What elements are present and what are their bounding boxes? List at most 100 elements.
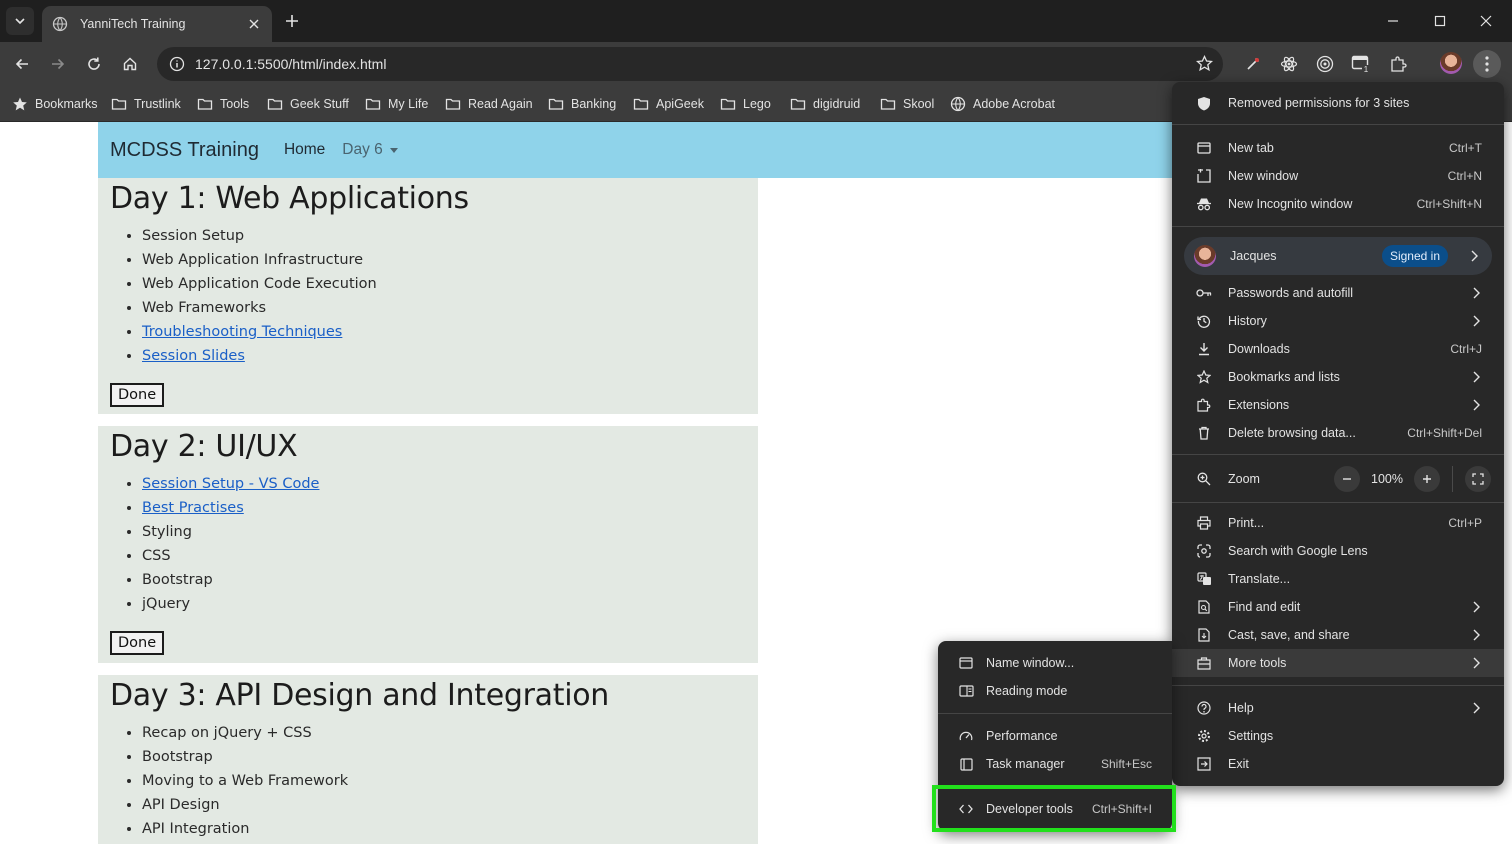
developer-tools-highlight xyxy=(932,785,1176,832)
menu-item-help[interactable]: Help xyxy=(1172,694,1504,722)
back-icon[interactable] xyxy=(8,50,36,78)
menu-item-find-edit[interactable]: Find and edit xyxy=(1172,593,1504,621)
day-card-3: Day 3: API Design and Integration Recap … xyxy=(98,675,758,844)
folder-icon xyxy=(880,98,896,110)
menu-item-google-lens[interactable]: Search with Google Lens xyxy=(1172,537,1504,565)
session-list: Recap on jQuery + CSS Bootstrap Moving t… xyxy=(142,721,746,841)
menu-item-bookmarks[interactable]: Bookmarks and lists xyxy=(1172,363,1504,391)
day-card-2: Day 2: UI/UX Session Setup - VS Code Bes… xyxy=(98,426,758,663)
browser-toolbar: 127.0.0.1:5500/html/index.html 1 xyxy=(0,42,1512,86)
active-tab[interactable]: YanniTech Training xyxy=(42,6,272,42)
submenu-item-task-manager[interactable]: Task manager Shift+Esc xyxy=(938,750,1172,778)
menu-item-label: Bookmarks and lists xyxy=(1228,370,1340,384)
extensions-puzzle-icon[interactable] xyxy=(1388,54,1408,74)
menu-item-translate[interactable]: Translate... xyxy=(1172,565,1504,593)
tab-close-icon[interactable] xyxy=(246,16,262,32)
menu-item-label: Removed permissions for 3 sites xyxy=(1228,96,1410,110)
session-setup-link[interactable]: Session Setup - VS Code xyxy=(142,476,319,492)
zoom-out-button[interactable] xyxy=(1334,466,1360,492)
maximize-icon[interactable] xyxy=(1417,0,1463,42)
submenu-item-label: Task manager xyxy=(986,757,1065,771)
history-icon xyxy=(1196,313,1212,329)
menu-item-new-tab[interactable]: New tab Ctrl+T xyxy=(1172,134,1504,162)
submenu-item-label: Reading mode xyxy=(986,684,1068,698)
folder-icon xyxy=(720,98,736,110)
reload-icon[interactable] xyxy=(80,50,108,78)
target-extension-icon[interactable] xyxy=(1315,54,1335,74)
profile-row[interactable]: Jacques Signed in xyxy=(1184,237,1492,275)
zoom-in-button[interactable] xyxy=(1414,466,1440,492)
tab-manager-extension-icon[interactable]: 1 xyxy=(1351,54,1371,74)
menu-item-extensions[interactable]: Extensions xyxy=(1172,391,1504,419)
menu-divider xyxy=(1172,226,1504,227)
chrome-menu-button[interactable] xyxy=(1473,50,1501,78)
profile-avatar[interactable] xyxy=(1440,52,1462,74)
zoom-icon xyxy=(1196,471,1212,487)
menu-item-new-window[interactable]: New window Ctrl+N xyxy=(1172,162,1504,190)
minimize-icon[interactable] xyxy=(1370,0,1416,42)
bookmark-folder-read-again[interactable]: Read Again xyxy=(445,94,533,114)
menu-item-label: New Incognito window xyxy=(1228,197,1353,211)
bookmark-folder-digidruid[interactable]: digidruid xyxy=(790,94,860,114)
bookmark-folder-trustlink[interactable]: Trustlink xyxy=(111,94,181,114)
list-item: API Integration xyxy=(142,817,746,841)
menu-item-label: Cast, save, and share xyxy=(1228,628,1350,642)
chevron-down-icon xyxy=(15,18,25,25)
bookmark-folder-my-life[interactable]: My Life xyxy=(365,94,428,114)
site-info-icon[interactable] xyxy=(167,54,187,74)
chevron-right-icon xyxy=(1471,250,1478,262)
best-practises-link[interactable]: Best Practises xyxy=(142,500,244,516)
troubleshooting-link[interactable]: Troubleshooting Techniques xyxy=(142,324,342,340)
list-item: CSS xyxy=(142,544,746,568)
shortcut-text: Ctrl+Shift+Del xyxy=(1407,426,1482,440)
forward-icon[interactable] xyxy=(44,50,72,78)
nav-home-link[interactable]: Home xyxy=(284,141,325,159)
bookmark-folder-geek-stuff[interactable]: Geek Stuff xyxy=(267,94,349,114)
menu-item-passwords[interactable]: Passwords and autofill xyxy=(1172,279,1504,307)
menu-item-more-tools[interactable]: More tools xyxy=(1172,649,1504,677)
close-window-icon[interactable] xyxy=(1463,0,1509,42)
bookmark-folder-tools[interactable]: Tools xyxy=(197,94,249,114)
menu-item-label: Help xyxy=(1228,701,1254,715)
bookmark-label: Lego xyxy=(743,97,771,111)
menu-item-permissions[interactable]: Removed permissions for 3 sites xyxy=(1172,89,1504,117)
menu-item-print[interactable]: Print... Ctrl+P xyxy=(1172,509,1504,537)
menu-item-history[interactable]: History xyxy=(1172,307,1504,335)
bookmarks-star-item[interactable]: Bookmarks xyxy=(12,94,98,114)
menu-item-downloads[interactable]: Downloads Ctrl+J xyxy=(1172,335,1504,363)
puzzle-icon xyxy=(1196,397,1212,413)
star-outline-icon xyxy=(1196,369,1212,385)
address-bar[interactable]: 127.0.0.1:5500/html/index.html xyxy=(157,47,1223,81)
new-tab-plus-icon[interactable] xyxy=(282,11,302,31)
bookmark-folder-lego[interactable]: Lego xyxy=(720,94,771,114)
folder-icon xyxy=(790,98,806,110)
done-button[interactable]: Done xyxy=(110,631,165,655)
home-icon[interactable] xyxy=(116,50,144,78)
tab-title: YanniTech Training xyxy=(80,17,186,31)
bookmark-folder-banking[interactable]: Banking xyxy=(548,94,616,114)
bookmark-folder-apigeek[interactable]: ApiGeek xyxy=(633,94,704,114)
fullscreen-button[interactable] xyxy=(1465,466,1491,492)
done-button[interactable]: Done xyxy=(110,383,165,407)
session-slides-link[interactable]: Session Slides xyxy=(142,348,245,364)
menu-item-incognito[interactable]: New Incognito window Ctrl+Shift+N xyxy=(1172,190,1504,218)
chevron-right-icon xyxy=(1473,371,1480,383)
submenu-item-name-window[interactable]: Name window... xyxy=(938,649,1172,677)
nav-day-dropdown[interactable]: Day 6 xyxy=(342,141,398,159)
menu-item-delete-data[interactable]: Delete browsing data... Ctrl+Shift+Del xyxy=(1172,419,1504,447)
submenu-item-reading-mode[interactable]: Reading mode xyxy=(938,677,1172,705)
bookmark-folder-skool[interactable]: Skool xyxy=(880,94,934,114)
menu-item-label: Extensions xyxy=(1228,398,1290,412)
bookmark-adobe-acrobat[interactable]: Adobe Acrobat xyxy=(950,94,1055,114)
bookmark-star-icon[interactable] xyxy=(1196,55,1213,72)
menu-item-exit[interactable]: Exit xyxy=(1172,750,1504,778)
menu-item-settings[interactable]: Settings xyxy=(1172,722,1504,750)
site-brand[interactable]: MCDSS Training xyxy=(110,139,259,162)
menu-item-cast-save-share[interactable]: Cast, save, and share xyxy=(1172,621,1504,649)
zoom-level: 100% xyxy=(1371,472,1403,486)
submenu-item-performance[interactable]: Performance xyxy=(938,722,1172,750)
pen-extension-icon[interactable] xyxy=(1243,54,1263,74)
react-extension-icon[interactable] xyxy=(1279,54,1299,74)
folder-icon xyxy=(111,98,127,110)
tab-search-button[interactable] xyxy=(6,7,34,35)
